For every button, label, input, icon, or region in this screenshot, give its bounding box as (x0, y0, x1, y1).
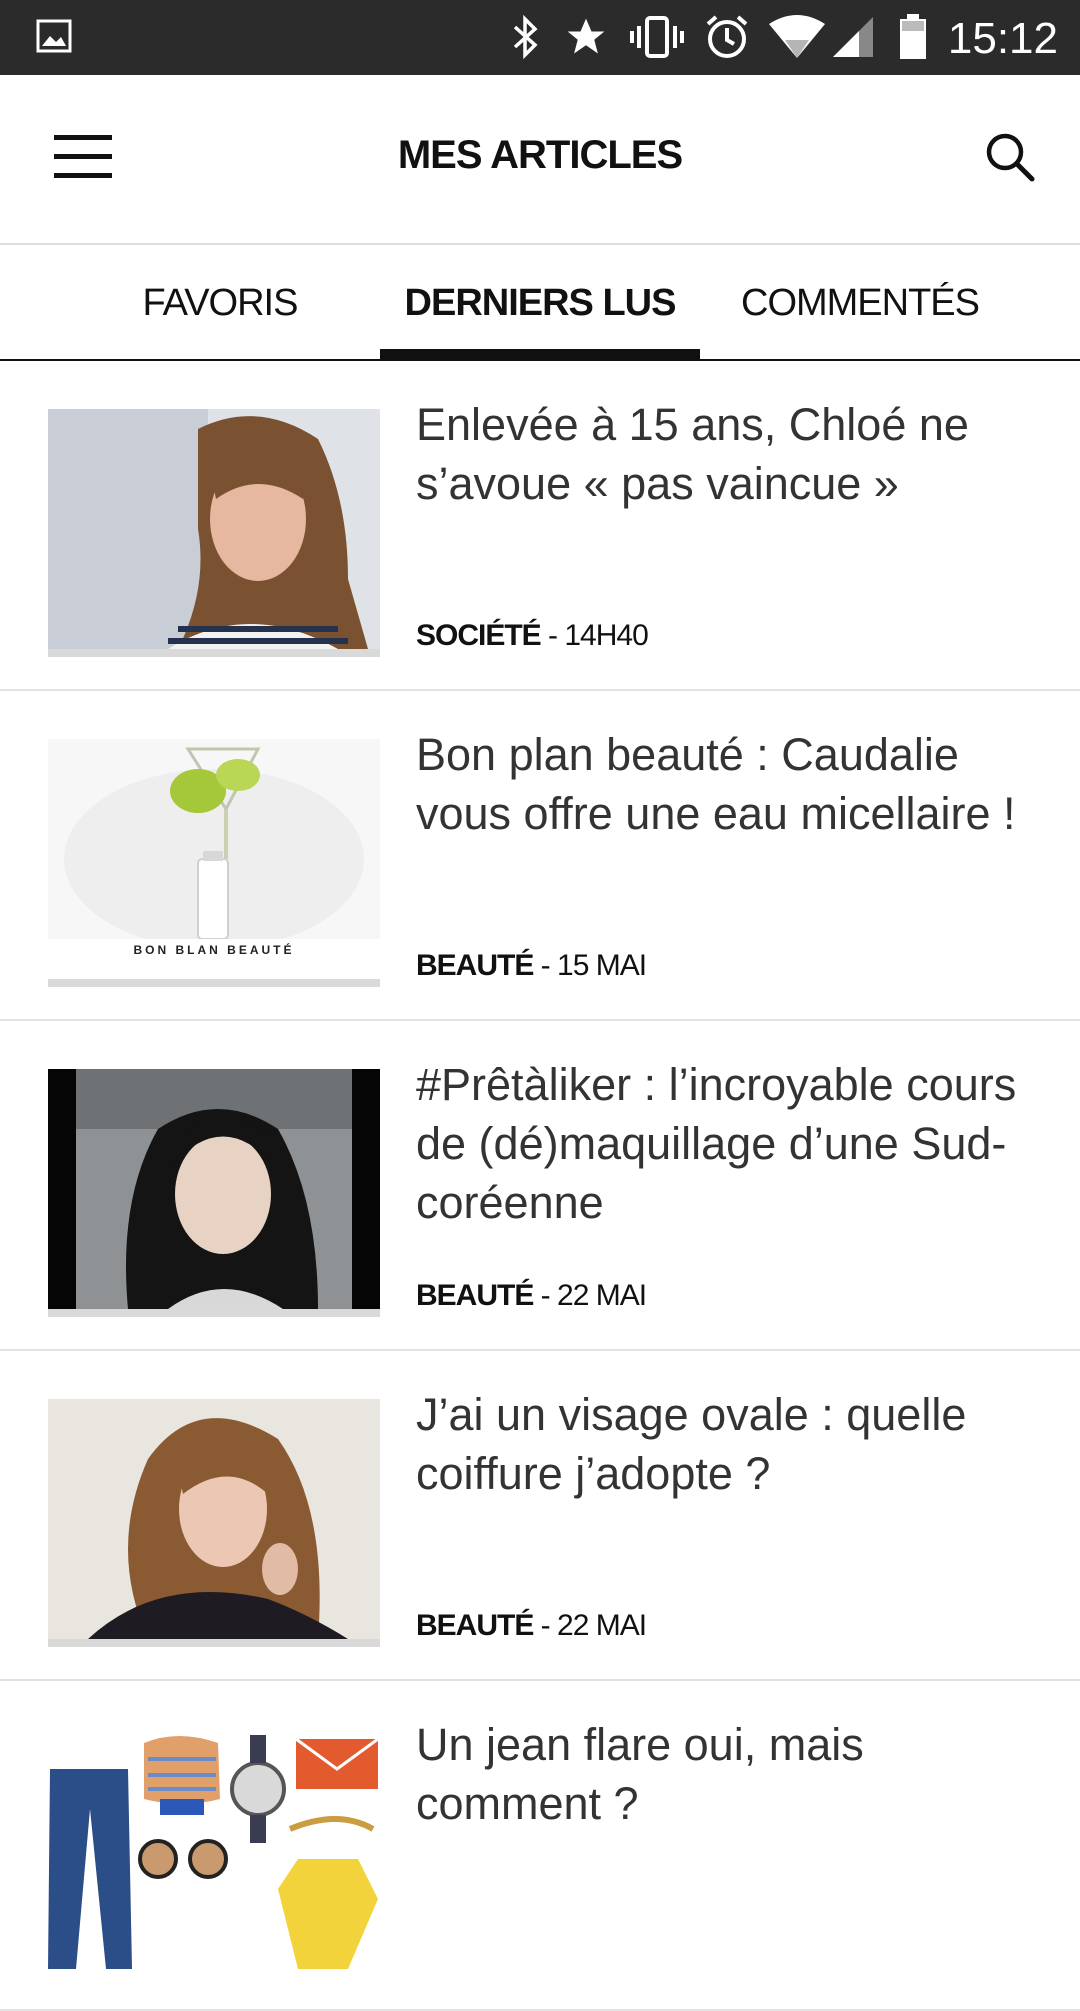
article-item[interactable]: BON BLAN BEAUTÉ Bon plan beauté : Caudal… (0, 691, 1080, 1021)
wifi-icon (766, 14, 828, 60)
article-meta: BEAUTÉ - 15 MAI (416, 949, 647, 983)
status-bar: 15:12 (0, 0, 1080, 75)
battery-icon (896, 14, 930, 60)
article-item[interactable]: #Prêtàliker : l’incroyable cours de (dé)… (0, 1021, 1080, 1351)
article-date: - 22 MAI (533, 1279, 647, 1312)
article-meta: SOCIÉTÉ - 14H40 (416, 619, 649, 653)
article-title: #Prêtàliker : l’incroyable cours de (dé)… (416, 1059, 1017, 1228)
article-thumbnail (48, 1069, 380, 1317)
article-title: J’ai un visage ovale : quelle coiffure j… (416, 1389, 967, 1499)
app-bar: MES ARTICLES (0, 75, 1080, 243)
star-icon (562, 14, 610, 60)
article-category: SOCIÉTÉ (416, 619, 542, 652)
article-thumbnail: BON BLAN BEAUTÉ (48, 739, 380, 987)
thumbnail-caption: BON BLAN BEAUTÉ (133, 943, 295, 957)
article-category: BEAUTÉ (416, 1609, 534, 1642)
tab-bar: FAVORIS DERNIERS LUS COMMENTÉS (0, 243, 1080, 361)
article-thumbnail (48, 1729, 380, 1977)
tab-favoris[interactable]: FAVORIS (100, 245, 340, 361)
article-category: BEAUTÉ (416, 949, 534, 982)
status-time: 15:12 (947, 14, 1058, 63)
article-item[interactable]: Un jean flare oui, mais comment ? (0, 1681, 1080, 2011)
article-date: - 14H40 (540, 619, 649, 652)
active-tab-indicator (380, 349, 700, 361)
article-list: Enlevée à 15 ans, Chloé ne s’avoue « pas… (0, 361, 1080, 2011)
article-item[interactable]: J’ai un visage ovale : quelle coiffure j… (0, 1351, 1080, 1681)
tab-derniers-lus[interactable]: DERNIERS LUS (380, 245, 700, 361)
article-category: BEAUTÉ (416, 1279, 534, 1312)
article-meta: BEAUTÉ - 22 MAI (416, 1279, 647, 1313)
article-item[interactable]: Enlevée à 15 ans, Chloé ne s’avoue « pas… (0, 361, 1080, 691)
tab-commentes[interactable]: COMMENTÉS (730, 245, 990, 361)
alarm-icon (702, 14, 752, 60)
bluetooth-icon (506, 14, 546, 60)
article-title: Un jean flare oui, mais comment ? (416, 1719, 864, 1829)
page-title: MES ARTICLES (397, 133, 683, 177)
article-date: - 15 MAI (533, 949, 647, 982)
signal-icon (830, 14, 876, 60)
vibrate-icon (628, 14, 686, 60)
article-title: Bon plan beauté : Caudalie vous offre un… (416, 729, 1016, 839)
article-title: Enlevée à 15 ans, Chloé ne s’avoue « pas… (416, 399, 969, 509)
article-thumbnail (48, 409, 380, 657)
search-icon[interactable] (984, 131, 1036, 183)
article-meta: BEAUTÉ - 22 MAI (416, 1609, 647, 1643)
image-icon (36, 18, 72, 54)
article-date: - 22 MAI (533, 1609, 647, 1642)
article-thumbnail (48, 1399, 380, 1647)
